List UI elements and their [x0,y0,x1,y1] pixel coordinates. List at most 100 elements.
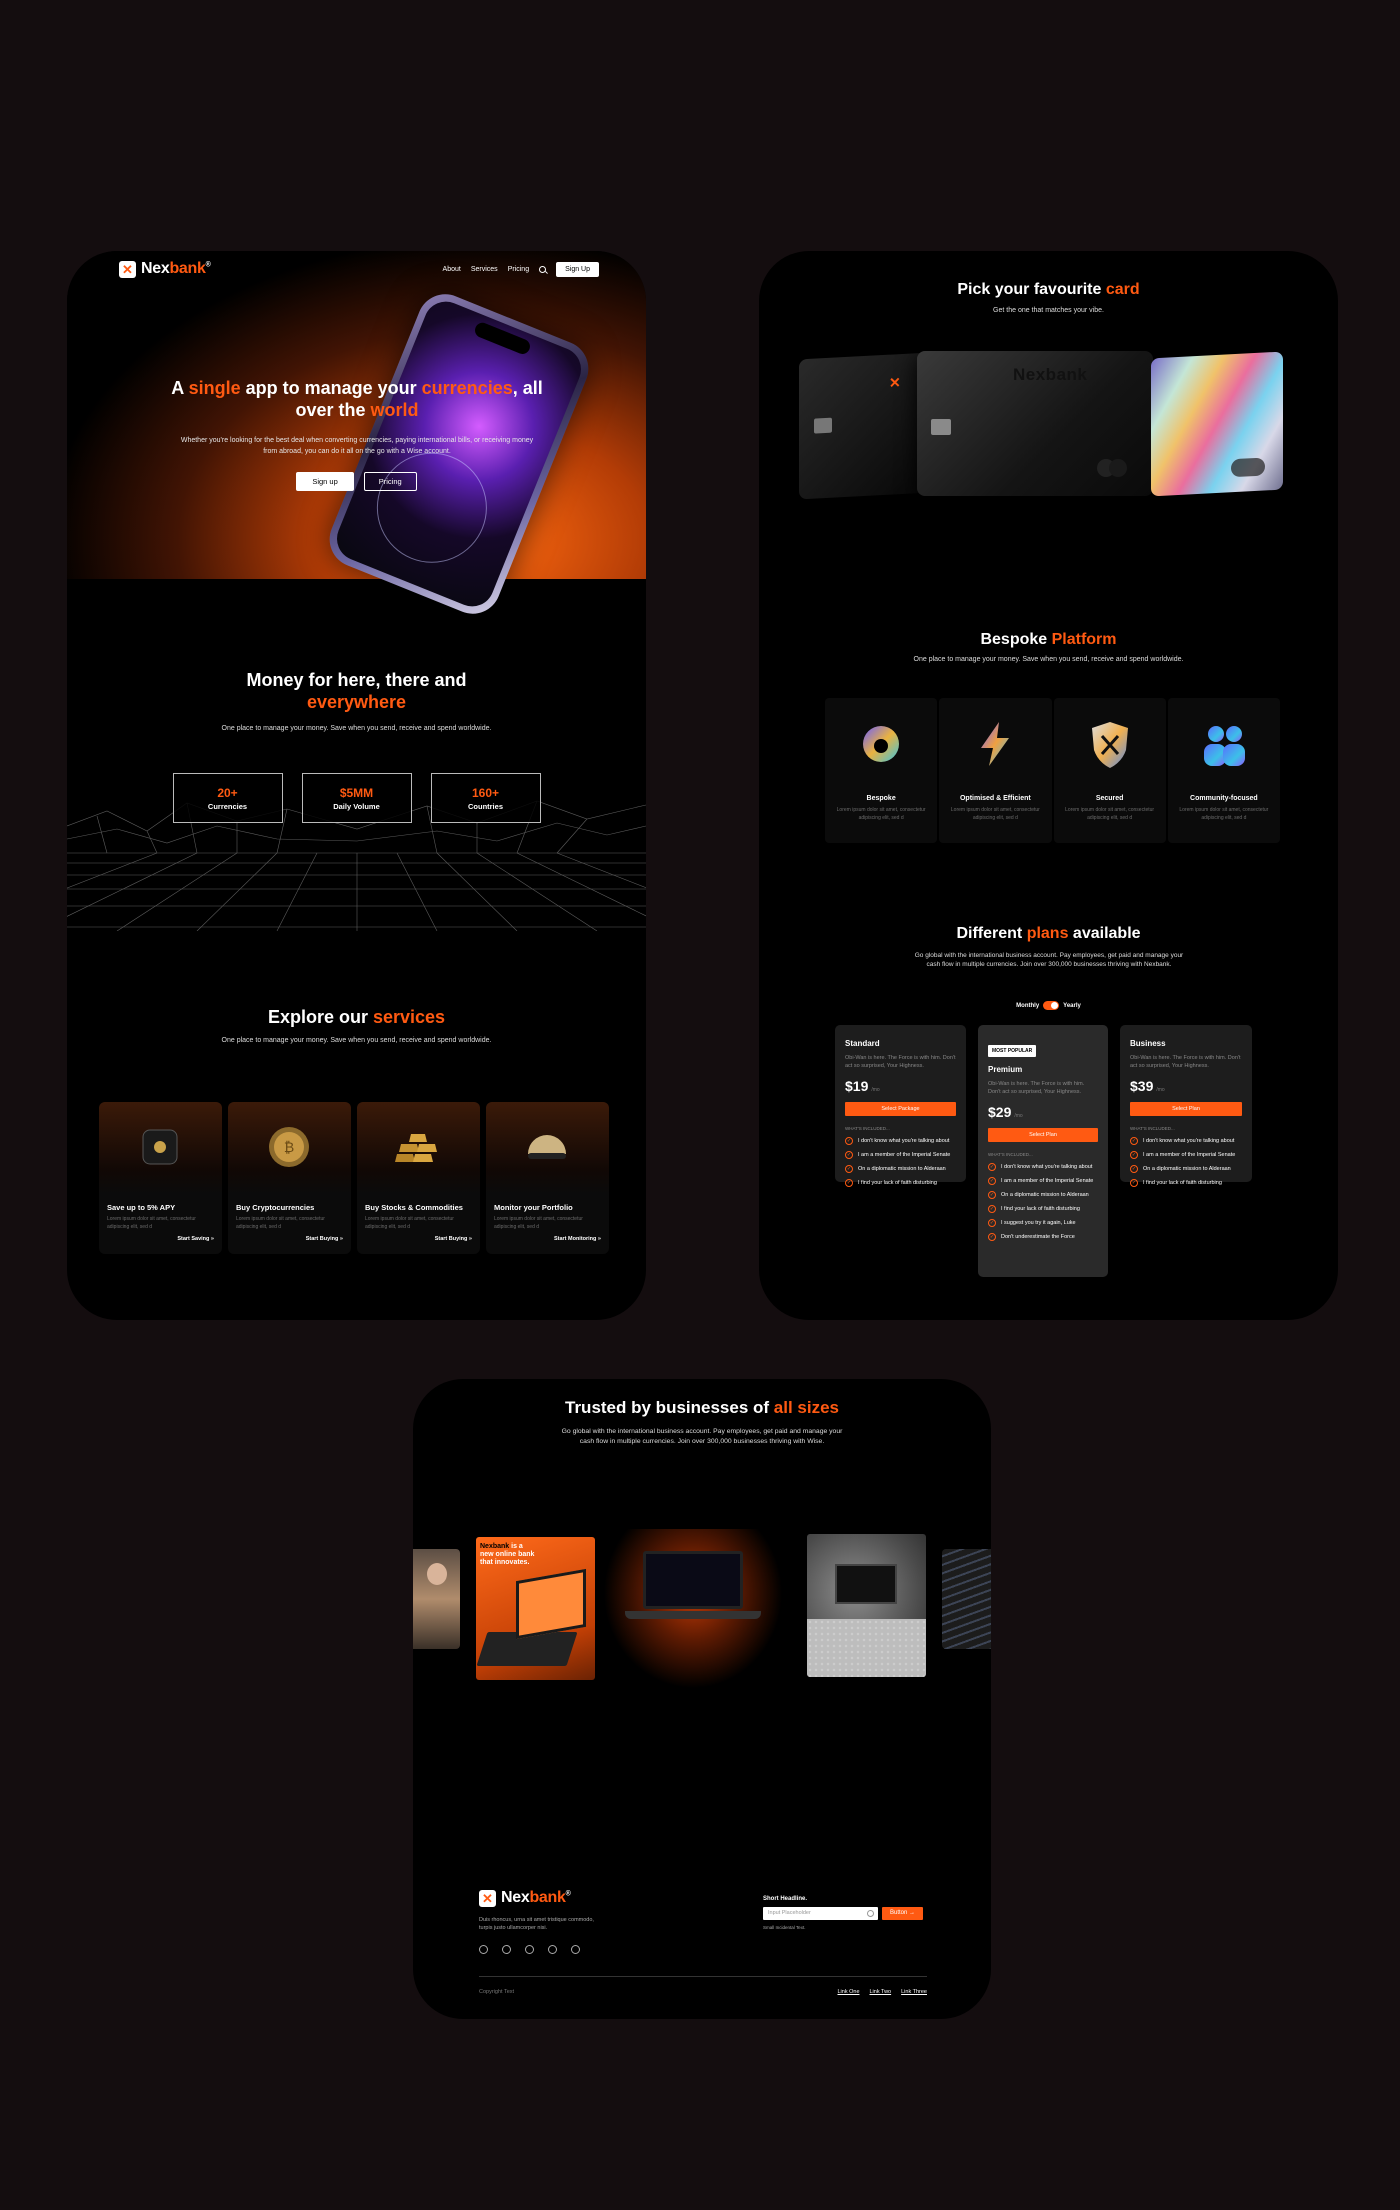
stat-value: 20+ [217,786,238,800]
card-mark-icon: ✕ [889,374,901,391]
platform-feature-desc: Lorem ipsum dolor sit amet, consectetur … [1065,807,1155,821]
hero-title: A single app to manage your currencies, … [157,377,557,421]
logo-text-a: Nex [141,260,170,277]
person-photo[interactable] [413,1549,460,1649]
check-icon: ✓ [1130,1151,1138,1159]
plan-feature-text: I find your lack of faith disturbing [1143,1180,1222,1186]
plan-desc: Obi-Wan is here. The Force is with him. … [988,1081,1085,1095]
plan-feature-text: I am a member of the Imperial Senate [1001,1178,1094,1184]
hero-title-part: app to manage your [240,378,422,398]
social-icon[interactable] [479,1945,488,1954]
check-icon: ✓ [1130,1165,1138,1173]
check-icon: ✓ [1130,1179,1138,1187]
landing-panel: ✕ Nexbank® About Services Pricing Sign U… [67,251,646,1320]
plans-title-part: available [1068,925,1141,942]
bespoke-icon [863,726,899,762]
nav-signup-button[interactable]: Sign Up [556,261,599,277]
check-icon: ✓ [845,1151,853,1159]
coin-icon: ₿ [269,1127,309,1167]
hero-signup-button[interactable]: Sign up [296,472,354,491]
search-icon[interactable] [539,265,547,273]
most-popular-badge: MOST POPULAR [988,1045,1037,1057]
platform-features: Bespoke Lorem ipsum dolor sit amet, cons… [825,698,1280,843]
social-icon[interactable] [525,1945,534,1954]
service-link[interactable]: Start Buying » [306,1236,343,1242]
plans-title: Different plans available [759,923,1338,945]
service-card[interactable]: Save up to 5% APY Lorem ipsum dolor sit … [99,1102,222,1254]
logo-reg: ® [565,1890,571,1898]
hero-title-part: single [188,378,241,398]
platform-title: Bespoke Platform [759,629,1338,651]
plan-feature: ✓ I am a member of the Imperial Senate [988,1177,1098,1185]
laptop-photo[interactable] [807,1534,926,1677]
plan-feature-text: I am a member of the Imperial Senate [858,1152,951,1158]
service-link[interactable]: Start Monitoring » [554,1236,601,1242]
stats-row: 20+ Currencies $5MM Daily Volume 160+ Count… [67,773,646,823]
check-icon: ✓ [988,1163,996,1171]
laptop-showcase[interactable] [603,1529,783,1689]
service-card[interactable]: Buy Stocks & Commodities Lorem ipsum dol… [357,1102,480,1254]
showcase-carousel: Nexbank is a new online bank that innova… [413,1529,991,1689]
nav-about[interactable]: About [443,266,461,273]
plan-feature-text: I find your lack of faith disturbing [1001,1206,1080,1212]
footer-tagline: Duis rhoncus, urna sit amet tristique co… [479,1917,594,1931]
service-card[interactable]: Monitor your Portfolio Lorem ipsum dolor… [486,1102,609,1254]
footer-link[interactable]: Link Three [901,1989,927,1995]
social-icon[interactable] [548,1945,557,1954]
social-icon[interactable] [571,1945,580,1954]
billing-switch[interactable] [1043,1001,1060,1010]
nav-pricing[interactable]: Pricing [508,266,529,273]
service-card[interactable]: ₿ Buy Cryptocurrencies Lorem ipsum dolor… [228,1102,351,1254]
platform-subtitle: One place to manage your money. Save whe… [913,656,1184,663]
vault-icon [142,1129,178,1165]
plan-name: Business [1130,1039,1166,1048]
check-icon: ✓ [988,1233,996,1241]
platform-feature: Community-focused Lorem ipsum dolor sit … [1167,698,1280,843]
community-icon [1203,726,1245,766]
yearly-label[interactable]: Yearly [1063,1003,1081,1009]
social-icon[interactable] [502,1945,511,1954]
plan-feature: ✓ On a diplomatic mission to Alderaan [845,1165,956,1173]
footer-divider [479,1976,927,1977]
footer-link[interactable]: Link Two [870,1989,892,1995]
trusted-title-part: all sizes [773,1398,839,1417]
copyright: Copyright Text [479,1989,515,1995]
plan-feature: ✓ I don't know what you're talking about [988,1163,1098,1171]
service-link[interactable]: Start Buying » [435,1236,472,1242]
stat-label: Daily Volume [333,802,380,811]
logo-text-b: bank [529,1889,566,1906]
hero-subtitle: Whether you're looking for the best deal… [180,437,534,455]
newsletter-input[interactable]: Input Placeholder [763,1907,878,1920]
service-link[interactable]: Start Saving » [177,1236,214,1242]
select-plan-button[interactable]: Select Plan [988,1128,1098,1142]
select-plan-button[interactable]: Select Package [845,1102,956,1116]
plan-feature: ✓ I am a member of the Imperial Senate [845,1151,956,1159]
hero-pricing-button[interactable]: Pricing [363,472,417,491]
person-face [427,1563,447,1585]
footer-link[interactable]: Link One [837,1989,859,1995]
plan-card-standard: Standard Obi-Wan is here. The Force is w… [835,1025,966,1187]
platform-feature: Bespoke Lorem ipsum dolor sit amet, cons… [825,698,938,843]
hero-section: ✕ Nexbank® About Services Pricing Sign U… [67,251,646,623]
keyboard-photo[interactable] [942,1549,991,1649]
card-chip-icon [814,417,832,434]
plan-feature: ✓ I find your lack of faith disturbing [1130,1179,1242,1187]
holographic-card[interactable] [1151,351,1283,497]
nav-services[interactable]: Services [471,266,498,273]
select-plan-button[interactable]: Select Plan [1130,1102,1242,1116]
footer-logo[interactable]: ✕ Nexbank® [479,1889,571,1907]
trusted-panel: Trusted by businesses of all sizes Go gl… [413,1379,991,2019]
logo[interactable]: ✕ Nexbank® [119,260,211,278]
hero-title-part: world [370,400,419,420]
black-card-left[interactable]: ✕ [799,352,929,500]
promo-tile[interactable]: Nexbank is a new online bank that innova… [476,1537,595,1680]
check-icon: ✓ [845,1165,853,1173]
black-card-center[interactable]: Nexbank [917,351,1153,496]
stat-box: 160+ Countries [430,773,541,823]
check-icon: ✓ [988,1205,996,1213]
hero-title-part: currencies [421,378,513,398]
newsletter-form: Input Placeholder Button → [763,1907,924,1920]
newsletter-button[interactable]: Button → [882,1907,924,1920]
monthly-label[interactable]: Monthly [1016,1003,1039,1009]
services-title-part: services [372,1007,446,1027]
